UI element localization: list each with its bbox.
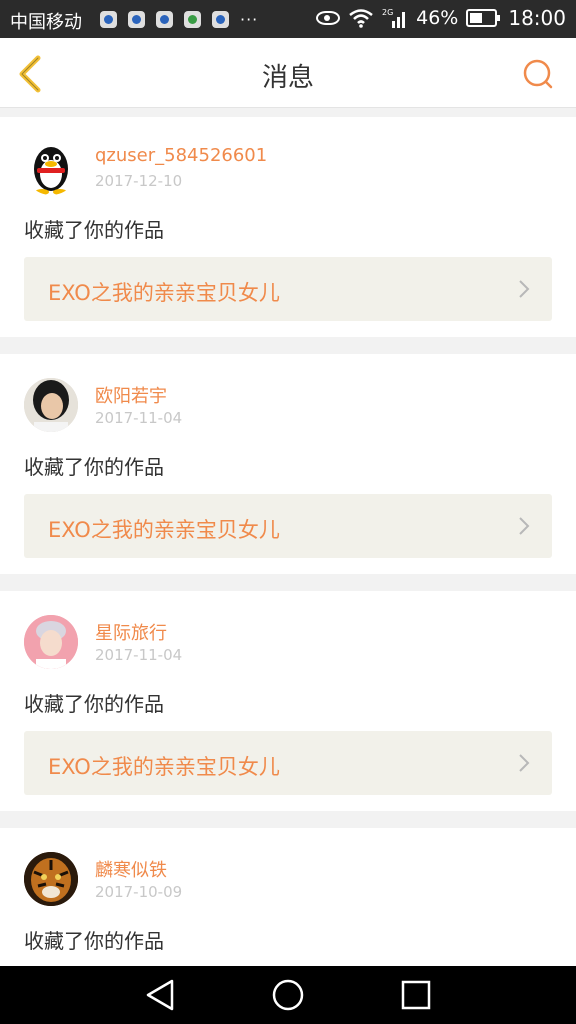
mail-notification-icon	[156, 11, 173, 28]
mail-notification-icon	[212, 11, 229, 28]
boy-photo-avatar[interactable]	[24, 615, 78, 669]
status-bar: 中国移动 ··· 2G 46% 18:00	[0, 0, 576, 38]
action-text: 收藏了你的作品	[24, 218, 164, 242]
work-link[interactable]: EXO之我的亲亲宝贝女儿	[24, 494, 552, 558]
message-date: 2017-11-04	[95, 646, 183, 664]
username[interactable]: 欧阳若宇	[95, 382, 167, 408]
work-link[interactable]: EXO之我的亲亲宝贝女儿	[24, 731, 552, 795]
nav-recents-icon[interactable]	[400, 978, 432, 1016]
tiger-avatar[interactable]	[24, 852, 78, 906]
wifi-icon	[348, 8, 374, 28]
app-notification-icon	[100, 11, 117, 28]
message-date: 2017-11-04	[95, 409, 183, 427]
eye-icon	[316, 11, 341, 25]
top-nav-bar: 消息	[0, 38, 576, 108]
page-title: 消息	[261, 63, 314, 93]
message-card: 欧阳若宇 2017-11-04 收藏了你的作品 EXO之我的亲亲宝贝女儿	[0, 354, 576, 574]
action-text: 收藏了你的作品	[24, 692, 164, 716]
girl-photo-avatar[interactable]	[24, 378, 78, 432]
more-notifications-icon: ···	[240, 10, 259, 29]
chat-notification-icon	[184, 11, 201, 28]
username[interactable]: qzuser_584526601	[95, 145, 267, 166]
action-text: 收藏了你的作品	[24, 929, 164, 953]
work-title: EXO之我的亲亲宝贝女儿	[48, 755, 280, 779]
work-title: EXO之我的亲亲宝贝女儿	[48, 518, 280, 542]
chevron-right-icon	[518, 753, 530, 773]
work-link[interactable]: EXO之我的亲亲宝贝女儿	[24, 257, 552, 321]
carrier-name: 中国移动	[10, 12, 82, 33]
notification-icons: ···	[100, 10, 258, 29]
chevron-right-icon	[518, 279, 530, 299]
battery-icon	[466, 9, 501, 27]
battery-percent: 46%	[416, 7, 459, 29]
signal-icon: 2G	[382, 7, 408, 29]
username[interactable]: 星际旅行	[95, 619, 167, 645]
network-type: 2G	[382, 8, 393, 17]
system-nav-bar	[0, 966, 576, 1024]
message-card: 星际旅行 2017-11-04 收藏了你的作品 EXO之我的亲亲宝贝女儿	[0, 591, 576, 811]
clock: 18:00	[508, 6, 566, 30]
message-card: 麟寒似铁 2017-10-09 收藏了你的作品	[0, 828, 576, 988]
nav-back-icon[interactable]	[144, 978, 176, 1016]
message-card: qzuser_584526601 2017-12-10 收藏了你的作品 EXO之…	[0, 117, 576, 337]
qq-penguin-avatar[interactable]	[24, 141, 78, 195]
nav-home-icon[interactable]	[271, 978, 305, 1016]
message-date: 2017-10-09	[95, 883, 183, 901]
app-notification-icon	[128, 11, 145, 28]
action-text: 收藏了你的作品	[24, 455, 164, 479]
username[interactable]: 麟寒似铁	[95, 856, 167, 882]
work-title: EXO之我的亲亲宝贝女儿	[48, 281, 280, 305]
chevron-right-icon	[518, 516, 530, 536]
message-date: 2017-12-10	[95, 172, 183, 190]
search-icon[interactable]	[522, 58, 554, 90]
